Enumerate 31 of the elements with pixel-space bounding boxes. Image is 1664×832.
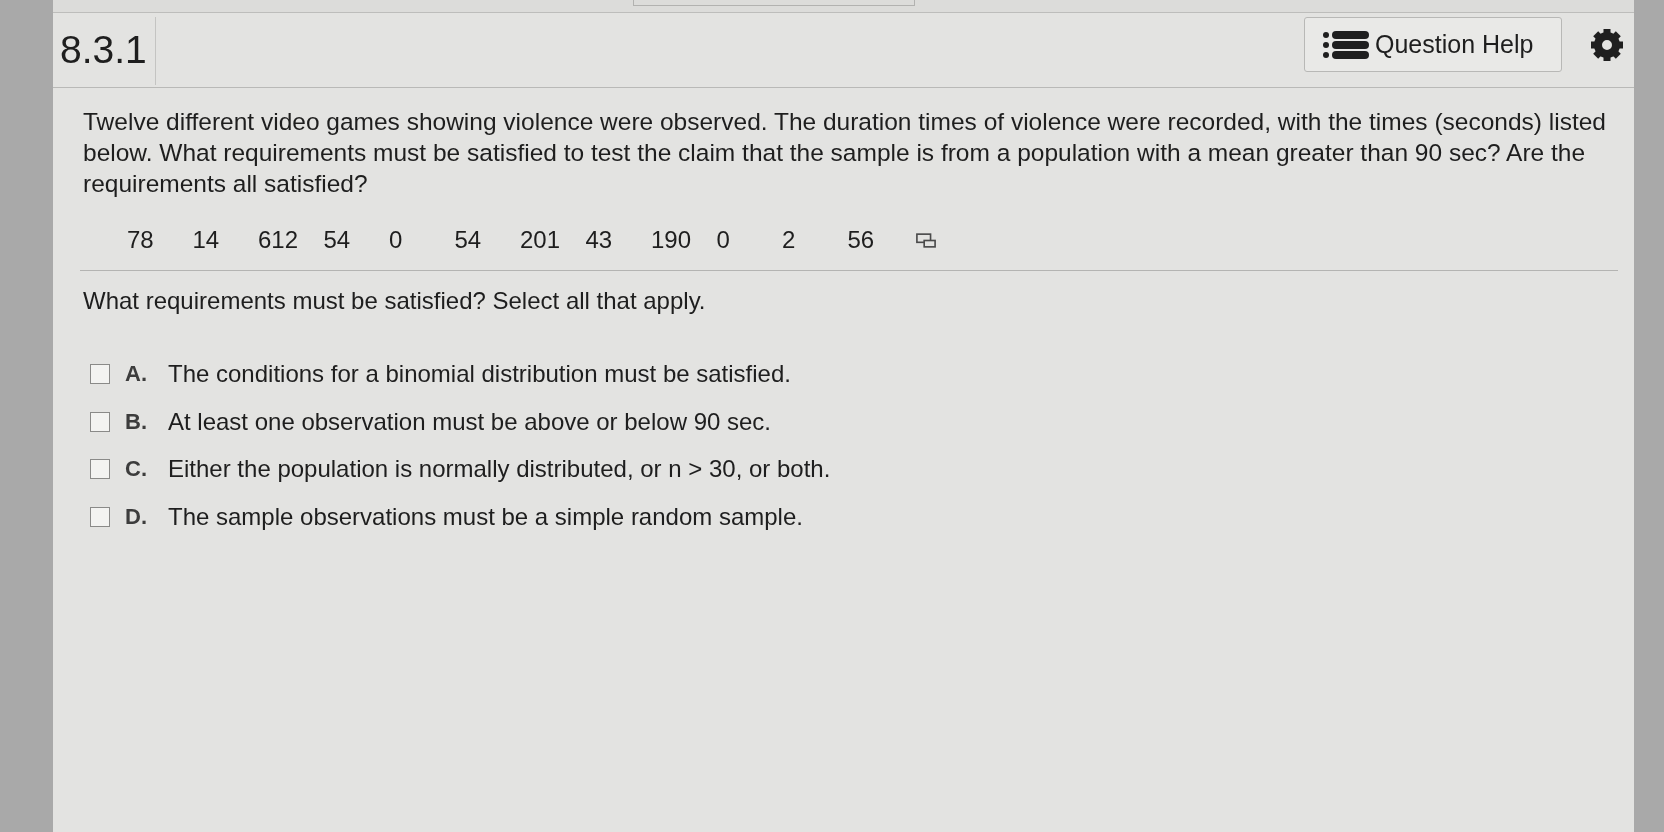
data-value: 54 <box>454 226 483 254</box>
data-value: 612 <box>258 226 300 254</box>
data-value: 56 <box>847 226 876 254</box>
option-text: The conditions for a binomial distribution must be satisfied. <box>168 360 791 388</box>
option-letter: C. <box>125 456 148 482</box>
stacked-windows-icon[interactable] <box>916 232 936 248</box>
prompt-text: What requirements must be satisfied? Select all that apply. <box>83 286 707 316</box>
checkbox[interactable] <box>90 459 110 479</box>
checkbox[interactable] <box>90 506 110 527</box>
data-value: 0 <box>389 226 404 254</box>
option-text: At least one observation must be above or below 90 sec. <box>168 407 772 436</box>
data-value: 190 <box>651 226 693 254</box>
checkbox[interactable] <box>90 364 110 384</box>
data-value: 78 <box>127 226 155 254</box>
option-letter: D. <box>125 503 148 530</box>
data-value: 14 <box>192 226 221 254</box>
checkbox[interactable] <box>90 411 110 432</box>
data-value: 0 <box>716 226 731 254</box>
settings-icon[interactable] <box>1591 29 1623 61</box>
data-value: 2 <box>782 226 797 254</box>
question-number: 8.3.1 <box>59 27 148 73</box>
option-letter: B. <box>125 408 148 435</box>
data-value: 201 <box>520 226 562 254</box>
question-text: Twelve different video games showing violence were observed. The duration times of violence were recorded, with the times (seconds) listed below. What requirements must be satisfied to test the claim that the sample is from a population with a mean greater than 90 sec? Are the requirements all satisfied? <box>83 107 1607 199</box>
data-value: 54 <box>323 226 352 254</box>
data-value: 43 <box>585 226 614 254</box>
option-letter: A. <box>125 361 148 387</box>
list-icon <box>1323 30 1369 59</box>
option-text: The sample observations must be a simple random sample. <box>168 502 803 531</box>
option-text: Either the population is normally distributed, or n > 30, or both. <box>168 455 831 483</box>
question-help-button[interactable]: Question Help <box>1304 17 1562 72</box>
